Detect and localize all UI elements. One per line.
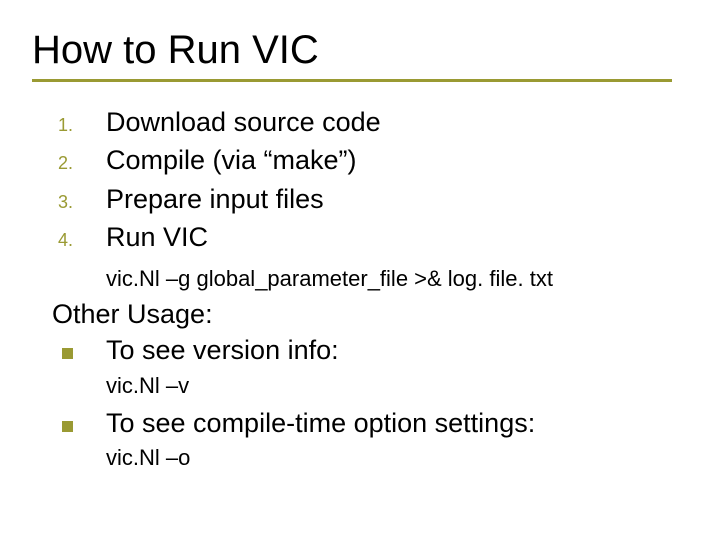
square-bullet-icon bbox=[62, 348, 73, 359]
list-item: 4. Run VIC bbox=[52, 219, 688, 255]
list-number: 4. bbox=[52, 228, 106, 252]
bullet-text: To see version info: bbox=[106, 332, 339, 368]
bullet-marker bbox=[52, 411, 106, 432]
list-item: 3. Prepare input files bbox=[52, 181, 688, 217]
slide-title: How to Run VIC bbox=[32, 28, 688, 73]
bullet-item: To see compile-time option settings: bbox=[52, 405, 688, 441]
square-bullet-icon bbox=[62, 421, 73, 432]
list-number: 2. bbox=[52, 151, 106, 175]
bullet-marker bbox=[52, 338, 106, 359]
bullet-item: To see version info: bbox=[52, 332, 688, 368]
other-usage-label: Other Usage: bbox=[52, 299, 688, 330]
bullet-text: To see compile-time option settings: bbox=[106, 405, 535, 441]
list-item: 2. Compile (via “make”) bbox=[52, 142, 688, 178]
list-text: Run VIC bbox=[106, 219, 208, 255]
command-line: vic.Nl –o bbox=[106, 445, 688, 471]
list-item: 1. Download source code bbox=[52, 104, 688, 140]
slide-body: 1. Download source code 2. Compile (via … bbox=[32, 104, 688, 471]
list-number: 3. bbox=[52, 190, 106, 214]
list-text: Download source code bbox=[106, 104, 381, 140]
command-line: vic.Nl –v bbox=[106, 373, 688, 399]
list-text: Prepare input files bbox=[106, 181, 324, 217]
title-underline bbox=[32, 79, 672, 82]
list-number: 1. bbox=[52, 113, 106, 137]
command-line: vic.Nl –g global_parameter_file >& log. … bbox=[106, 264, 688, 294]
slide: How to Run VIC 1. Download source code 2… bbox=[0, 0, 720, 540]
list-text: Compile (via “make”) bbox=[106, 142, 357, 178]
